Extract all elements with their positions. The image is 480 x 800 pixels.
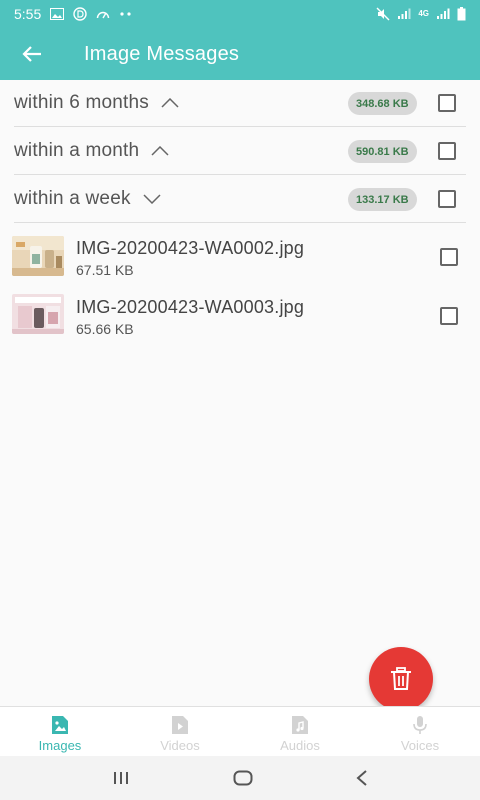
bottom-navigation: Images Videos Audios Voices [0,706,480,756]
tab-label: Voices [400,738,440,753]
battery-icon [457,7,466,21]
file-name: IMG-20200423-WA0003.jpg [76,297,305,317]
file-size: 67.51 KB [76,262,134,278]
tab-label: Images [38,738,82,753]
image-file-icon [51,715,69,735]
chevron-down-icon[interactable] [143,194,161,204]
back-button[interactable] [0,28,64,80]
group-row-week[interactable]: within a week 133.17 KB [14,176,466,223]
chevron-up-icon[interactable] [151,146,169,156]
audio-file-icon [291,715,309,735]
size-badge: 133.17 KB [348,188,417,211]
file-row[interactable]: IMG-20200423-WA0003.jpg 65.66 KB [0,287,480,345]
file-checkbox[interactable] [440,248,458,266]
file-size: 65.66 KB [76,321,134,337]
mic-icon [411,715,429,735]
video-file-icon [171,715,189,735]
clock: 5:55 [14,6,42,22]
file-checkbox[interactable] [440,307,458,325]
size-badge: 348.68 KB [348,92,417,115]
image-thumbnail [12,236,64,276]
mute-icon [376,7,390,21]
chevron-up-icon[interactable] [161,98,179,108]
system-navigation-bar [0,756,480,800]
arrow-left-icon [22,45,42,63]
home-icon[interactable] [233,770,253,786]
group-checkbox[interactable] [438,142,456,160]
group-row-month[interactable]: within a month 590.81 KB [14,128,466,175]
app-bar: Image Messages [0,28,480,80]
group-label: within a month [14,140,140,161]
page-title: Image Messages [84,42,240,65]
message-list: within 6 months 348.68 KB within a month… [0,80,480,706]
circle-d-icon [73,7,87,21]
status-bar: 5:55 4G [0,0,480,28]
file-row[interactable]: IMG-20200423-WA0002.jpg 67.51 KB [0,228,480,286]
trash-icon [390,667,412,691]
tab-label: Videos [160,738,200,753]
network-type: 4G [418,9,429,18]
group-label: within a week [14,188,131,209]
image-thumbnail [12,294,64,334]
group-checkbox[interactable] [438,94,456,112]
image-icon [50,8,65,20]
gauge-icon [96,8,110,20]
group-row-6-months[interactable]: within 6 months 348.68 KB [14,80,466,127]
tab-label: Audios [280,738,320,753]
group-label: within 6 months [14,92,150,113]
signal-icon [397,8,411,20]
back-icon[interactable] [356,770,368,786]
delete-fab-button[interactable] [369,647,433,711]
more-dots-icon [119,11,133,17]
tab-audios[interactable]: Audios [240,707,360,756]
size-badge: 590.81 KB [348,140,417,163]
group-checkbox[interactable] [438,190,456,208]
tab-voices[interactable]: Voices [360,707,480,756]
tab-videos[interactable]: Videos [120,707,240,756]
recents-icon[interactable] [112,771,130,785]
tab-images[interactable]: Images [0,707,120,756]
signal-icon [436,8,450,20]
file-name: IMG-20200423-WA0002.jpg [76,238,305,258]
